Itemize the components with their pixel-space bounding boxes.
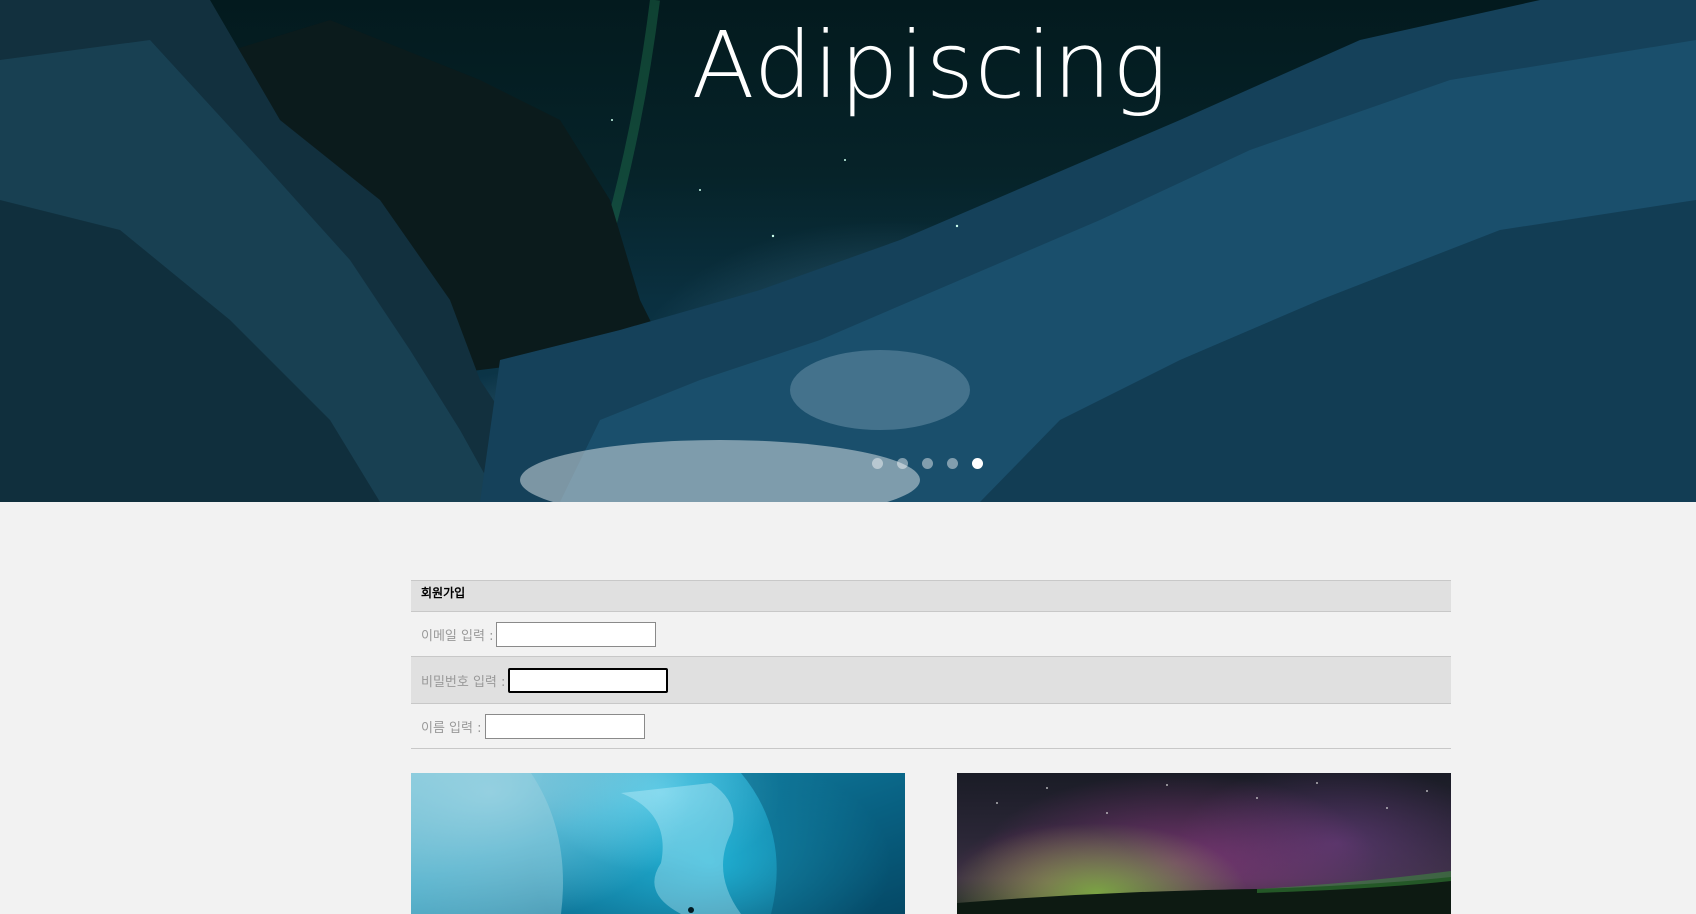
password-label: 비밀번호 입력 : [421, 674, 506, 690]
slider-dot-4[interactable] [947, 458, 958, 469]
ice-cave-photo[interactable] [411, 773, 905, 914]
slider-dot-5[interactable] [972, 458, 983, 469]
ice-cave-photo-art [411, 773, 905, 914]
email-label: 이메일 입력 : [421, 628, 494, 644]
hero-title: Adipiscing [691, 12, 1169, 119]
email-field[interactable] [496, 621, 657, 647]
signup-form-header: 회원가입 [411, 581, 1451, 612]
slider-dot-3[interactable] [922, 458, 933, 469]
signup-form-title: 회원가입 [421, 586, 466, 600]
name-field[interactable] [484, 713, 645, 739]
email-row: 이메일 입력 : [411, 612, 1451, 657]
slider-dot-2[interactable] [897, 458, 908, 469]
password-field[interactable] [508, 667, 669, 693]
password-row: 비밀번호 입력 : [411, 657, 1451, 704]
slider-dot-1[interactable] [872, 458, 883, 469]
aurora-photo[interactable] [957, 773, 1451, 914]
aurora-photo-art [957, 782, 1451, 914]
name-row: 이름 입력 : [411, 704, 1451, 749]
signup-form: 회원가입 이메일 입력 : 비밀번호 입력 : 이름 입력 : [411, 580, 1451, 749]
name-label: 이름 입력 : [421, 720, 482, 736]
hero-slider: Adipiscing [0, 0, 1696, 502]
slider-pagination [872, 458, 983, 469]
